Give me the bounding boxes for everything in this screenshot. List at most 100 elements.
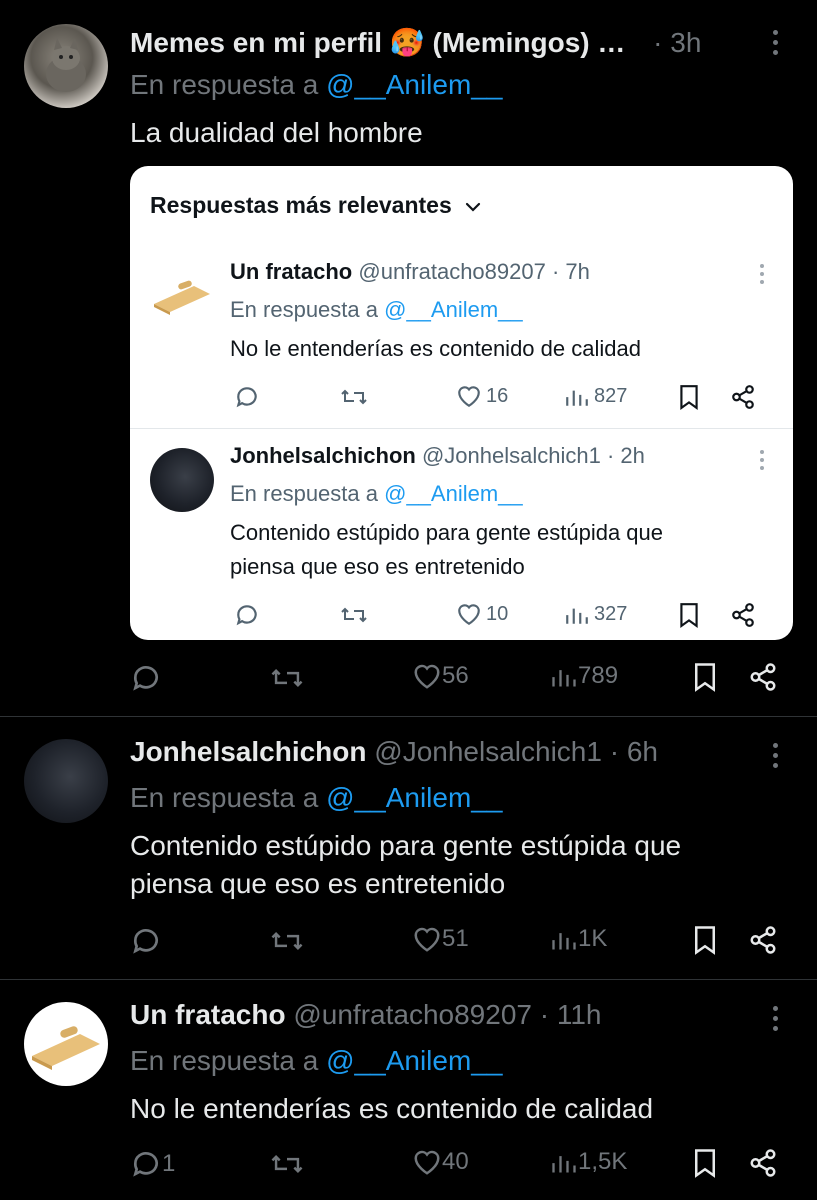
reply-actions: 16 827 <box>230 384 770 414</box>
more-icon[interactable] <box>760 450 765 474</box>
reply-context: En respuesta a @__Anilem__ <box>230 296 523 324</box>
retweet-icon[interactable] <box>270 925 304 957</box>
like-icon <box>414 1150 440 1175</box>
card-title[interactable]: Respuestas más relevantes <box>150 192 482 219</box>
reply-text-line: Contenido estúpido para gente estúpida q… <box>230 520 664 545</box>
handle-time[interactable]: @unfratacho89207 · 7h <box>358 259 590 284</box>
bookmark-icon[interactable] <box>692 662 718 692</box>
reply-prefix: En respuesta a <box>130 1045 319 1076</box>
like-button[interactable]: 56 <box>412 662 469 690</box>
reply-button[interactable]: 1 <box>130 1148 175 1180</box>
reply-prefix: En respuesta a <box>130 782 319 813</box>
views-count: 327 <box>594 602 628 625</box>
tweet-time[interactable]: · 3h <box>653 27 701 58</box>
reply-context: En respuesta a @__Anilem__ <box>130 781 502 815</box>
avatar[interactable] <box>24 1002 108 1086</box>
tweet-header: Memes en mi perfil 🥵 (Memingos) … · 3h <box>130 26 701 60</box>
embedded-replies-card[interactable]: Respuestas más relevantes Un fratacho @u… <box>130 166 793 640</box>
avatar[interactable] <box>24 739 108 823</box>
bookmark-icon[interactable] <box>678 602 700 628</box>
avatar[interactable] <box>150 262 214 326</box>
reply-count: 1 <box>162 1150 176 1177</box>
display-name[interactable]: Un fratacho <box>230 259 352 284</box>
like-button[interactable]: 40 <box>412 1148 469 1176</box>
views-button[interactable]: 827 <box>564 384 627 408</box>
like-icon <box>458 386 480 408</box>
more-icon[interactable] <box>773 743 779 773</box>
like-button[interactable]: 10 <box>456 602 508 626</box>
tweet-2[interactable]: Jonhelsalchichon @Jonhelsalchich1 · 6h E… <box>0 717 817 979</box>
more-icon[interactable] <box>773 30 779 60</box>
more-icon[interactable] <box>760 264 765 288</box>
views-button[interactable]: 789 <box>550 662 618 690</box>
tweet-3[interactable]: Un fratacho @unfratacho89207 · 11h En re… <box>0 980 817 1200</box>
like-count: 40 <box>442 1148 469 1175</box>
share-icon[interactable] <box>748 925 778 955</box>
reply-context: En respuesta a @__Anilem__ <box>130 1044 502 1078</box>
reply-context: En respuesta a @__Anilem__ <box>230 480 523 508</box>
reply-icon <box>133 666 158 691</box>
share-icon[interactable] <box>748 662 778 692</box>
views-count: 1,5K <box>578 1148 628 1175</box>
handle-time[interactable]: @Jonhelsalchich1 · 2h <box>422 443 645 468</box>
views-button[interactable]: 327 <box>564 602 627 626</box>
divider <box>130 428 793 429</box>
reply-text: No le entenderías es contenido de calida… <box>230 336 641 361</box>
trowel-avatar-image <box>154 280 210 315</box>
like-count: 10 <box>486 602 509 625</box>
more-icon[interactable] <box>773 1006 779 1036</box>
avatar[interactable] <box>24 24 108 108</box>
bookmark-icon[interactable] <box>692 925 718 955</box>
share-icon[interactable] <box>730 602 756 628</box>
mention-link[interactable]: @__Anilem__ <box>326 1045 502 1076</box>
share-icon[interactable] <box>730 384 756 410</box>
tweet-actions: 1 40 1,5K <box>130 1148 790 1184</box>
trowel-avatar-image <box>32 1026 100 1070</box>
tweet-1[interactable]: Memes en mi perfil 🥵 (Memingos) … · 3h E… <box>0 0 817 716</box>
mention-link[interactable]: @__Anilem__ <box>384 297 523 322</box>
bookmark-icon[interactable] <box>678 384 700 410</box>
retweet-icon[interactable] <box>340 384 368 410</box>
mention-link[interactable]: @__Anilem__ <box>384 481 523 506</box>
tweet-text-line: piensa que eso es entretenido <box>130 868 506 899</box>
display-name[interactable]: Jonhelsalchichon <box>230 443 416 468</box>
display-name[interactable]: Un fratacho <box>130 999 286 1030</box>
handle-time[interactable]: @Jonhelsalchich1 · 6h <box>374 736 658 767</box>
views-icon <box>552 1156 576 1173</box>
views-icon <box>566 390 588 406</box>
share-icon[interactable] <box>748 1148 778 1178</box>
display-name[interactable]: Memes en mi perfil 🥵 (Memingos) … <box>130 27 625 58</box>
reply-icon[interactable] <box>234 602 260 628</box>
reply-header: Jonhelsalchichon @Jonhelsalchich1 · 2h <box>230 442 645 470</box>
views-button[interactable]: 1,5K <box>550 1148 627 1176</box>
like-button[interactable]: 51 <box>412 925 469 953</box>
views-icon <box>552 933 576 950</box>
display-name[interactable]: Jonhelsalchichon <box>130 736 367 767</box>
retweet-icon[interactable] <box>270 1148 304 1180</box>
like-icon <box>414 664 440 689</box>
views-button[interactable]: 1K <box>550 925 607 953</box>
handle-time[interactable]: @unfratacho89207 · 11h <box>293 999 601 1030</box>
retweet-icon[interactable] <box>340 602 368 628</box>
tweet-text-line: Contenido estúpido para gente estúpida q… <box>130 830 682 861</box>
like-count: 51 <box>442 925 469 952</box>
reply-header: Un fratacho @unfratacho89207 · 7h <box>230 258 590 286</box>
like-button[interactable]: 16 <box>456 384 508 408</box>
reply-icon[interactable] <box>234 384 260 410</box>
tweet-text: No le entenderías es contenido de calida… <box>130 1093 654 1124</box>
reply-icon <box>133 1152 158 1177</box>
retweet-icon[interactable] <box>270 662 304 694</box>
reply-actions: 10 327 <box>230 602 770 632</box>
reply-text: Contenido estúpido para gente estúpida q… <box>230 516 770 584</box>
card-title-text: Respuestas más relevantes <box>150 192 452 218</box>
views-count: 827 <box>594 384 628 407</box>
reply-button[interactable] <box>130 662 162 694</box>
reply-button[interactable] <box>130 925 162 957</box>
like-icon <box>458 604 480 626</box>
tweet-actions: 56 789 <box>130 662 790 698</box>
bookmark-icon[interactable] <box>692 1148 718 1178</box>
cat-avatar-image <box>46 38 86 92</box>
mention-link[interactable]: @__Anilem__ <box>326 782 502 813</box>
avatar[interactable] <box>150 448 214 512</box>
mention-link[interactable]: @__Anilem__ <box>326 69 502 100</box>
